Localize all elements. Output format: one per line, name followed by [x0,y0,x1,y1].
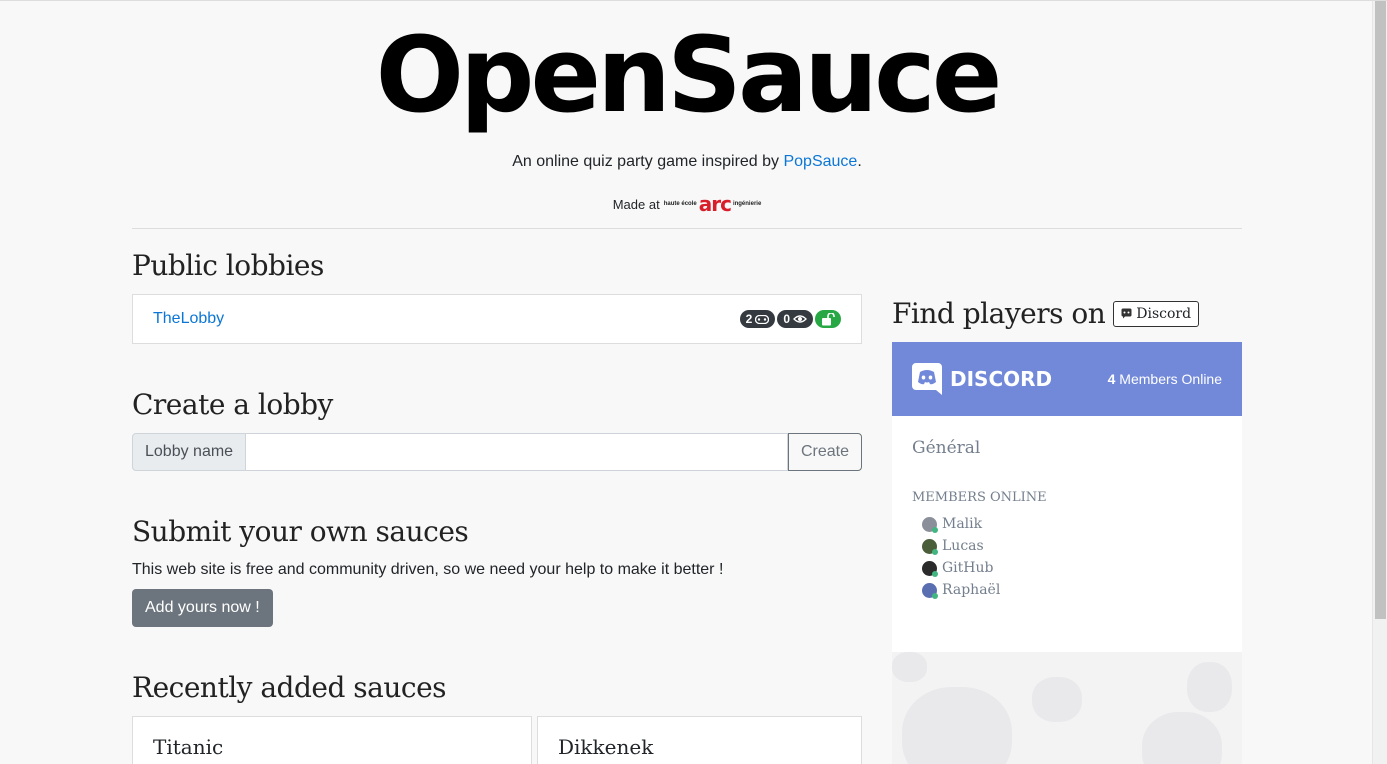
tagline: An online quiz party game inspired by Po… [132,153,1242,171]
made-at: Made at haute école arc ingénierie [132,194,1242,214]
discord-widget[interactable]: DISCORD 4 Members Online Général MEMBERS… [892,342,1242,764]
member-name: Raphaël [942,582,1001,598]
member-name: GitHub [942,560,994,576]
submit-title: Submit your own sauces [132,515,469,548]
unlock-icon [822,312,835,325]
tagline-text: An online quiz party game inspired by [512,153,784,170]
open-lock-badge [815,310,841,328]
players-count: 2 [745,312,753,326]
channel-name[interactable]: Général [892,416,1242,458]
players-badge: 2 [739,310,776,328]
arc-logo-main: arc [698,192,732,216]
find-players-title: Find players on [892,297,1106,330]
arc-logo-top: haute école [663,201,697,207]
sauce-card[interactable]: Titanic [132,716,532,764]
tagline-end: . [857,153,862,170]
submit-description: This web site is free and community driv… [132,561,724,578]
page-title: OpenSauce [375,14,1003,136]
create-button[interactable]: Create [787,433,862,471]
widget-decoration [892,652,1242,764]
lobby-card[interactable]: TheLobby 2 0 [132,294,862,344]
popsauce-link[interactable]: PopSauce [783,153,857,170]
spectators-badge: 0 [777,310,813,328]
spectators-count: 0 [783,312,790,326]
discord-logo[interactable]: DISCORD [912,363,1052,395]
gamepad-icon [755,314,770,324]
member-name: Lucas [942,538,984,554]
eye-icon [793,315,807,323]
create-lobby-title: Create a lobby [132,388,333,421]
avatar [922,560,938,577]
online-label: Members Online [1119,371,1222,387]
scrollbar[interactable] [1372,1,1387,764]
scrollbar-thumb[interactable] [1375,1,1386,619]
create-lobby-form: Lobby name Create [132,433,862,471]
lobby-link[interactable]: TheLobby [153,310,224,328]
avatar [922,538,938,555]
sauce-card[interactable]: Dikkenek [537,716,862,764]
recent-sauces: Titanic Dikkenek [132,716,862,764]
member-name: Malik [942,516,983,532]
online-number: 4 [1107,371,1116,387]
discord-widget-header: DISCORD 4 Members Online [892,342,1242,416]
find-players: Find players on Discord [892,297,1242,330]
avatar [922,582,938,599]
online-count: 4 Members Online [1108,371,1222,387]
left-column: Public lobbies TheLobby 2 0 Create a lob… [132,249,862,764]
discord-logo-text: DISCORD [950,367,1053,391]
arc-logo[interactable]: haute école arc ingénierie [664,194,762,214]
arc-logo-right: ingénierie [732,201,762,207]
lobby-name-label: Lobby name [132,433,247,471]
add-yours-button[interactable]: Add yours now ! [132,589,273,627]
lobby-name-input[interactable] [246,433,788,471]
member-item[interactable]: Lucas [922,535,1242,557]
public-lobbies-title: Public lobbies [132,249,324,282]
lobby-badges: 2 0 [739,310,841,328]
discord-logo-icon [912,363,942,395]
made-at-label: Made at [612,196,660,212]
members-list: Malik Lucas GitHub Raphaël [892,505,1242,601]
right-column: Find players on Discord DISCORD 4 Member… [892,297,1242,764]
main-container: OpenSauce An online quiz party game insp… [132,1,1242,229]
discord-icon [1121,308,1132,319]
members-online-title: MEMBERS ONLINE [912,490,1047,505]
discord-tag-label: Discord [1136,305,1192,322]
divider [132,228,1242,229]
member-item[interactable]: GitHub [922,557,1242,579]
discord-tag[interactable]: Discord [1113,300,1200,327]
member-item[interactable]: Raphaël [922,579,1242,601]
member-item[interactable]: Malik [922,513,1242,535]
avatar [922,516,938,533]
recent-title: Recently added sauces [132,671,447,704]
